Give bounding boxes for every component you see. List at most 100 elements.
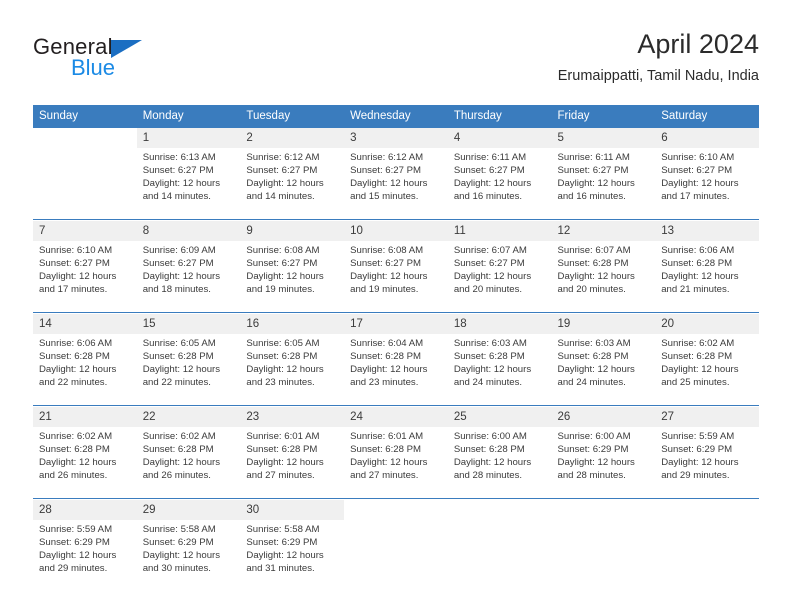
daylight-text-cont: and 14 minutes. — [246, 191, 315, 202]
week-detail-row: Sunrise: 6:02 AM Sunset: 6:28 PM Daylight:… — [33, 427, 759, 499]
brand-logo[interactable]: General Blue — [33, 34, 233, 86]
day-cell[interactable]: Sunrise: 6:06 AM Sunset: 6:28 PM Daylight:… — [33, 334, 137, 406]
day-cell[interactable]: Sunrise: 6:00 AM Sunset: 6:29 PM Daylight:… — [551, 427, 656, 499]
day-cell[interactable]: Sunrise: 6:12 AM Sunset: 6:27 PM Daylight:… — [240, 148, 345, 220]
day-number[interactable]: 1 — [136, 128, 241, 148]
day-cell-empty — [344, 520, 448, 591]
sunrise-text: Sunrise: 6:02 AM — [661, 338, 735, 349]
day-cell[interactable]: Sunrise: 5:58 AM Sunset: 6:29 PM Daylight:… — [136, 520, 241, 591]
day-cell[interactable]: Sunrise: 6:02 AM Sunset: 6:28 PM Daylight:… — [136, 427, 241, 499]
day-number[interactable]: 19 — [551, 314, 656, 334]
day-cell[interactable]: Sunrise: 6:05 AM Sunset: 6:28 PM Daylight:… — [136, 334, 241, 406]
weekday-header-friday: Friday — [551, 105, 656, 128]
sunrise-text: Sunrise: 6:06 AM — [39, 338, 113, 349]
day-cell[interactable]: Sunrise: 5:58 AM Sunset: 6:29 PM Daylight:… — [240, 520, 345, 591]
day-cell[interactable]: Sunrise: 6:01 AM Sunset: 6:28 PM Daylight:… — [240, 427, 345, 499]
daylight-text: Daylight: 12 hours — [350, 364, 428, 375]
day-number[interactable]: 10 — [344, 221, 448, 241]
daylight-text: Daylight: 12 hours — [661, 364, 739, 375]
day-number[interactable]: 17 — [344, 314, 448, 334]
day-number[interactable]: 6 — [655, 128, 759, 148]
day-cell[interactable]: Sunrise: 6:07 AM Sunset: 6:27 PM Daylight:… — [447, 241, 552, 313]
day-cell[interactable]: Sunrise: 6:07 AM Sunset: 6:28 PM Daylight:… — [551, 241, 656, 313]
day-cell[interactable]: Sunrise: 6:01 AM Sunset: 6:28 PM Daylight:… — [344, 427, 448, 499]
day-cell[interactable]: Sunrise: 6:02 AM Sunset: 6:28 PM Daylight:… — [33, 427, 137, 499]
day-cell[interactable]: Sunrise: 6:05 AM Sunset: 6:28 PM Daylight:… — [240, 334, 345, 406]
day-number[interactable]: 14 — [33, 314, 137, 334]
day-number[interactable]: 26 — [551, 407, 656, 427]
day-number[interactable]: 3 — [344, 128, 448, 148]
day-number[interactable]: 18 — [447, 314, 552, 334]
daylight-text-cont: and 22 minutes. — [39, 377, 108, 388]
daylight-text: Daylight: 12 hours — [661, 457, 739, 468]
day-number[interactable]: 24 — [344, 407, 448, 427]
day-cell[interactable]: Sunrise: 6:10 AM Sunset: 6:27 PM Daylight:… — [655, 148, 759, 220]
day-cell[interactable]: Sunrise: 6:03 AM Sunset: 6:28 PM Daylight:… — [551, 334, 656, 406]
day-cell[interactable]: Sunrise: 6:12 AM Sunset: 6:27 PM Daylight:… — [344, 148, 448, 220]
day-number[interactable]: 20 — [655, 314, 759, 334]
sunset-text: Sunset: 6:28 PM — [557, 258, 629, 269]
daylight-text-cont: and 20 minutes. — [557, 284, 626, 295]
day-number[interactable]: 13 — [655, 221, 759, 241]
daylight-text-cont: and 16 minutes. — [557, 191, 626, 202]
day-cell[interactable]: Sunrise: 6:11 AM Sunset: 6:27 PM Daylight:… — [447, 148, 552, 220]
day-cell[interactable]: Sunrise: 6:04 AM Sunset: 6:28 PM Daylight:… — [344, 334, 448, 406]
daylight-text: Daylight: 12 hours — [661, 178, 739, 189]
sunset-text: Sunset: 6:28 PM — [39, 351, 110, 362]
day-number[interactable]: 4 — [447, 128, 552, 148]
day-number[interactable]: 5 — [551, 128, 656, 148]
daylight-text-cont: and 24 minutes. — [453, 377, 523, 388]
daylight-text: Daylight: 12 hours — [557, 178, 635, 189]
week-detail-row: Sunrise: 5:59 AM Sunset: 6:29 PM Daylight:… — [33, 520, 759, 591]
day-number[interactable]: 2 — [240, 128, 345, 148]
daylight-text-cont: and 28 minutes. — [557, 470, 626, 481]
day-cell[interactable]: Sunrise: 6:08 AM Sunset: 6:27 PM Daylight:… — [344, 241, 448, 313]
daylight-text-cont: and 16 minutes. — [453, 191, 523, 202]
daylight-text-cont: and 30 minutes. — [142, 563, 211, 574]
day-cell[interactable]: Sunrise: 6:11 AM Sunset: 6:27 PM Daylight:… — [551, 148, 656, 220]
day-number[interactable]: 7 — [33, 221, 137, 241]
day-number[interactable]: 9 — [240, 221, 345, 241]
daylight-text-cont: and 17 minutes. — [39, 284, 108, 295]
day-cell[interactable]: Sunrise: 6:10 AM Sunset: 6:27 PM Daylight:… — [33, 241, 137, 313]
day-number[interactable]: 25 — [447, 407, 552, 427]
daylight-text-cont: and 29 minutes. — [661, 470, 730, 481]
day-number[interactable]: 30 — [240, 500, 345, 520]
sunrise-text: Sunrise: 6:11 AM — [453, 152, 527, 163]
week-date-number-row: 21 22 23 24 25 26 27 — [33, 407, 759, 427]
weekday-header-tuesday: Tuesday — [240, 105, 345, 128]
sunrise-text: Sunrise: 6:00 AM — [453, 431, 527, 442]
daylight-text-cont: and 20 minutes. — [453, 284, 523, 295]
sunset-text: Sunset: 6:29 PM — [39, 537, 110, 548]
day-number[interactable]: 29 — [136, 500, 241, 520]
day-cell[interactable]: Sunrise: 6:08 AM Sunset: 6:27 PM Daylight:… — [240, 241, 345, 313]
day-cell[interactable]: Sunrise: 6:02 AM Sunset: 6:28 PM Daylight:… — [655, 334, 759, 406]
day-cell[interactable]: Sunrise: 6:03 AM Sunset: 6:28 PM Daylight:… — [447, 334, 552, 406]
day-number[interactable]: 12 — [551, 221, 656, 241]
sunrise-text: Sunrise: 6:03 AM — [453, 338, 527, 349]
day-cell[interactable]: Sunrise: 6:00 AM Sunset: 6:28 PM Daylight:… — [447, 427, 552, 499]
day-cell[interactable]: Sunrise: 6:06 AM Sunset: 6:28 PM Daylight:… — [655, 241, 759, 313]
sunrise-text: Sunrise: 6:06 AM — [661, 245, 735, 256]
day-cell[interactable]: Sunrise: 5:59 AM Sunset: 6:29 PM Daylight:… — [655, 427, 759, 499]
day-number[interactable]: 11 — [447, 221, 552, 241]
daylight-text: Daylight: 12 hours — [246, 364, 324, 375]
day-cell[interactable]: Sunrise: 5:59 AM Sunset: 6:29 PM Daylight:… — [33, 520, 137, 591]
day-number[interactable]: 21 — [33, 407, 137, 427]
day-number[interactable]: 16 — [240, 314, 345, 334]
day-cell[interactable]: Sunrise: 6:09 AM Sunset: 6:27 PM Daylight:… — [136, 241, 241, 313]
day-number[interactable]: 27 — [655, 407, 759, 427]
daylight-text: Daylight: 12 hours — [142, 550, 221, 561]
sunrise-text: Sunrise: 6:05 AM — [246, 338, 320, 349]
day-number[interactable]: 8 — [136, 221, 241, 241]
day-number[interactable]: 28 — [33, 500, 137, 520]
day-number[interactable]: 23 — [240, 407, 345, 427]
day-number-empty — [447, 500, 552, 520]
day-number[interactable]: 22 — [136, 407, 241, 427]
sunrise-text: Sunrise: 6:07 AM — [453, 245, 527, 256]
day-cell[interactable]: Sunrise: 6:13 AM Sunset: 6:27 PM Daylight:… — [136, 148, 241, 220]
day-number[interactable]: 15 — [136, 314, 241, 334]
daylight-text-cont: and 29 minutes. — [39, 563, 108, 574]
week-detail-row: Sunrise: 6:13 AM Sunset: 6:27 PM Daylight:… — [33, 148, 759, 220]
sunset-text: Sunset: 6:28 PM — [453, 444, 525, 455]
